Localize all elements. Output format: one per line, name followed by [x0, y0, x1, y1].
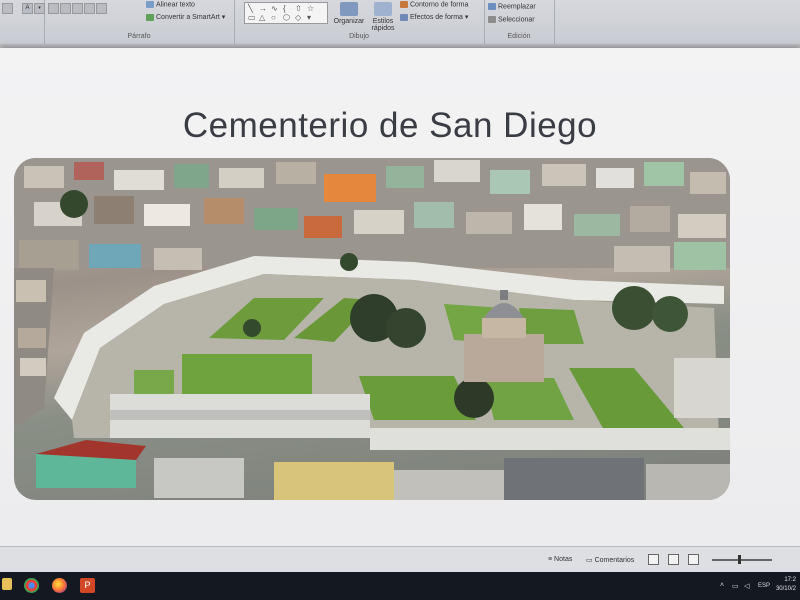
clock[interactable]: 17:2 30/10/2	[776, 576, 796, 594]
hexagon-shape-icon: ⬡	[283, 13, 290, 22]
chrome-icon[interactable]	[24, 578, 39, 593]
brace-shape-icon: {	[283, 4, 286, 13]
zoom-slider-thumb[interactable]	[738, 555, 741, 564]
arrange-button[interactable]: Organizar	[330, 2, 368, 25]
chevron-down-icon: ▾	[464, 14, 469, 21]
font-group: A ▾	[0, 0, 45, 44]
slide-canvas[interactable]: Cementerio de San Diego	[0, 48, 800, 548]
select-button[interactable]: Seleccionar	[488, 16, 535, 23]
photo-illustration	[14, 158, 730, 500]
columns-button[interactable]	[96, 3, 107, 14]
ribbon: A ▾ Alinear texto Convertir a SmartArt ▾…	[0, 0, 800, 45]
replace-icon	[488, 3, 496, 10]
align-right-button[interactable]	[72, 3, 83, 14]
comments-label: Comentarios	[594, 557, 635, 564]
display-icon[interactable]: ▭	[732, 582, 739, 590]
rect-shape-icon: ▭	[248, 13, 256, 22]
replace-button[interactable]: Reemplazar	[488, 3, 536, 10]
shape-outline-button[interactable]: Contorno de forma	[400, 1, 468, 8]
triangle-shape-icon: △	[259, 13, 266, 22]
shape-effects-icon	[400, 13, 408, 21]
curve-shape-icon: ∿	[271, 4, 278, 13]
editing-group-label: Edición	[507, 33, 531, 40]
editing-group: Reemplazar Seleccionar Edición	[484, 0, 555, 44]
clock-date: 30/10/2	[775, 586, 796, 592]
reading-view-button[interactable]	[688, 554, 699, 565]
circle-shape-icon: ○	[271, 13, 276, 22]
diamond-shape-icon: ◇	[295, 13, 302, 22]
notes-label: Notas	[554, 556, 573, 563]
cemetery-aerial-photo[interactable]	[14, 158, 730, 500]
align-text-label: Alinear texto	[156, 1, 195, 9]
quick-styles-label: Estilos rápidos	[371, 18, 395, 32]
comment-icon: ▭	[586, 557, 593, 564]
file-explorer-icon[interactable]	[2, 578, 12, 590]
font-color-button[interactable]: A	[22, 3, 33, 14]
align-text-button[interactable]: Alinear texto	[146, 1, 195, 8]
quick-styles-icon	[374, 2, 392, 16]
smartart-icon	[146, 13, 154, 21]
slide-title[interactable]: Cementerio de San Diego	[100, 106, 680, 146]
shape-effects-label: Efectos de forma	[410, 14, 463, 21]
more-shapes-icon: ▾	[307, 13, 312, 22]
drawing-group: ╲ → ∿ { ⇧ ☆ ▭ △ ○ ⬡ ◇ ▾ Organizar Estilo…	[234, 0, 485, 44]
convert-smartart-label: Convertir a SmartArt	[156, 14, 220, 21]
comments-button[interactable]: ▭ Comentarios	[586, 556, 634, 564]
notes-icon: ≡	[548, 556, 553, 563]
zoom-slider[interactable]	[712, 559, 772, 561]
select-label: Seleccionar	[498, 16, 535, 24]
select-icon	[488, 16, 496, 23]
firefox-icon[interactable]	[52, 578, 67, 593]
paragraph-group-label: Párrafo	[127, 33, 151, 40]
align-center-button[interactable]	[60, 3, 71, 14]
clock-time: 17:2	[784, 577, 796, 583]
shape-outline-label: Contorno de forma	[410, 1, 469, 9]
slide-sorter-view-button[interactable]	[668, 554, 679, 565]
powerpoint-icon[interactable]: P	[80, 578, 95, 593]
chevron-down-icon: ▾	[221, 14, 226, 21]
arrange-icon	[340, 2, 358, 16]
chevron-up-icon[interactable]: ˄	[720, 582, 724, 589]
align-left-button[interactable]	[48, 3, 59, 14]
format-button[interactable]	[2, 3, 13, 14]
language-indicator[interactable]: ESP	[758, 583, 770, 589]
align-text-icon	[146, 1, 154, 8]
arrange-label: Organizar	[333, 18, 365, 25]
convert-smartart-button[interactable]: Convertir a SmartArt ▾	[146, 13, 225, 21]
normal-view-button[interactable]	[648, 554, 659, 565]
slide-editor-area: Cementerio de San Diego	[0, 44, 800, 548]
drawing-group-label: Dibujo	[349, 33, 369, 40]
notes-button[interactable]: ≡ Notas	[548, 556, 572, 563]
pen-icon	[400, 1, 408, 8]
quick-styles-button[interactable]: Estilos rápidos	[368, 2, 398, 32]
arrow-shape-icon: →	[259, 4, 267, 13]
windows-taskbar: P ˄ ▭ ◁ ESP 17:2 30/10/2	[0, 572, 800, 600]
star-shape-icon: ☆	[307, 4, 315, 13]
justify-button[interactable]	[84, 3, 95, 14]
speaker-icon[interactable]: ◁	[744, 582, 749, 590]
shapes-gallery[interactable]: ╲ → ∿ { ⇧ ☆ ▭ △ ○ ⬡ ◇ ▾	[244, 2, 328, 24]
shape-effects-button[interactable]: Efectos de forma ▾	[400, 13, 468, 21]
line-shape-icon: ╲	[248, 4, 253, 13]
paragraph-group: Alinear texto Convertir a SmartArt ▾ Pár…	[44, 0, 235, 44]
arrow-up-shape-icon: ⇧	[295, 4, 302, 13]
status-bar: ≡ Notas ▭ Comentarios	[0, 546, 800, 573]
replace-label: Reemplazar	[498, 3, 536, 11]
